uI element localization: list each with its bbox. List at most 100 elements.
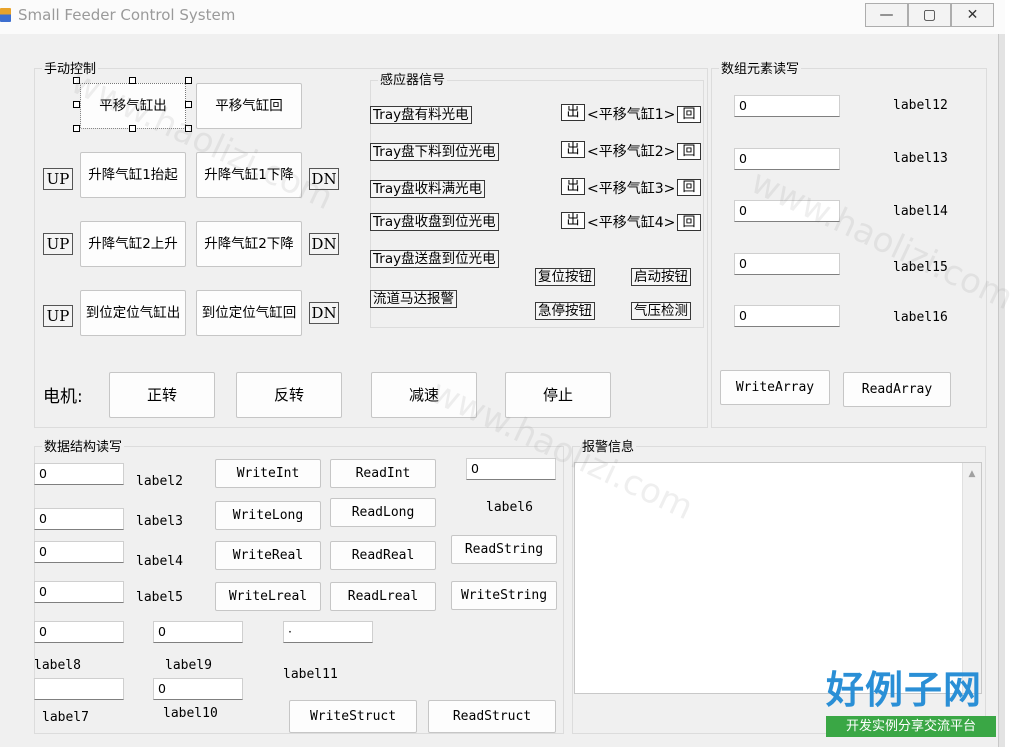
label6: label6 — [486, 500, 533, 515]
lift2-lower-button[interactable]: 升降气缸2下降 — [196, 221, 302, 267]
motor-reverse-button[interactable]: 反转 — [236, 372, 342, 418]
cylinder3-label: <平移气缸3> — [587, 181, 676, 197]
array-rw-title: 数组元素读写 — [719, 58, 802, 77]
close-button[interactable]: ✕ — [951, 3, 994, 27]
sensor-tray-has-material: Tray盘有料光电 — [370, 106, 472, 124]
array-label-16: label16 — [893, 310, 948, 325]
lift2-raise-button[interactable]: 升降气缸2上升 — [80, 221, 186, 267]
write-struct-button[interactable]: WriteStruct — [289, 700, 417, 733]
alarm-info-title: 报警信息 — [580, 436, 637, 455]
translate-cylinder-out-button[interactable]: 平移气缸出 — [80, 83, 186, 129]
label3: label3 — [136, 514, 183, 529]
long-value-input[interactable]: 0 — [34, 508, 124, 530]
scroll-up-icon: ▲ — [968, 469, 976, 479]
string-value-input[interactable]: 0 — [466, 458, 556, 480]
array-value-input-3[interactable]: 0 — [734, 200, 840, 222]
emergency-stop-signal: 急停按钮 — [535, 302, 595, 320]
cylinder3-out-lamp: 出 — [561, 178, 585, 195]
air-pressure-signal: 气压检测 — [631, 302, 691, 320]
array-label-13: label13 — [893, 151, 948, 166]
label8: label8 — [34, 658, 81, 673]
read-int-button[interactable]: ReadInt — [330, 459, 436, 488]
close-icon: ✕ — [966, 7, 979, 23]
struct-field-input-5[interactable]: 0 — [153, 678, 243, 700]
write-real-button[interactable]: WriteReal — [215, 541, 321, 570]
cylinder4-label: <平移气缸4> — [587, 215, 676, 231]
cylinder3-back-lamp: 回 — [677, 179, 701, 196]
label10: label10 — [163, 706, 218, 721]
sensor-runner-motor-alarm: 流道马达报警 — [370, 290, 457, 308]
write-array-button[interactable]: WriteArray — [720, 370, 830, 405]
read-lreal-button[interactable]: ReadLreal — [330, 582, 436, 611]
lift1-lower-button[interactable]: 升降气缸1下降 — [196, 152, 302, 198]
write-string-button[interactable]: WriteString — [451, 581, 557, 610]
write-long-button[interactable]: WriteLong — [215, 501, 321, 530]
sensor-signal-title: 感应器信号 — [378, 69, 448, 88]
window-title: Small Feeder Control System — [18, 6, 236, 24]
array-value-input-1[interactable]: 0 — [734, 95, 840, 117]
struct-field-input-3[interactable]: · — [283, 621, 373, 643]
write-int-button[interactable]: WriteInt — [215, 459, 321, 488]
array-label-15: label15 — [893, 260, 948, 275]
selection-handle — [185, 101, 192, 108]
cylinder1-out-lamp: 出 — [561, 104, 585, 121]
read-struct-button[interactable]: ReadStruct — [428, 700, 556, 733]
lift1-up-indicator: UP — [43, 168, 73, 190]
selection-handle — [73, 125, 80, 132]
lreal-value-input[interactable]: 0 — [34, 581, 124, 603]
sensor-tray-feed-in-place: Tray盘送盘到位光电 — [370, 250, 499, 268]
motor-forward-button[interactable]: 正转 — [109, 372, 215, 418]
lift2-up-indicator: UP — [43, 233, 73, 255]
cylinder2-label: <平移气缸2> — [587, 144, 676, 160]
array-value-input-2[interactable]: 0 — [734, 148, 840, 170]
motor-stop-button[interactable]: 停止 — [505, 372, 611, 418]
array-label-14: label14 — [893, 204, 948, 219]
site-slogan: 开发实例分享交流平台 — [826, 716, 996, 737]
int-value-input[interactable]: 0 — [34, 463, 124, 485]
label7: label7 — [42, 710, 89, 725]
lift2-down-indicator: DN — [309, 233, 339, 255]
array-value-input-5[interactable]: 0 — [734, 305, 840, 327]
selection-handle — [129, 77, 136, 84]
selection-handle — [185, 125, 192, 132]
read-array-button[interactable]: ReadArray — [843, 372, 951, 407]
label2: label2 — [136, 474, 183, 489]
reset-button-signal: 复位按钮 — [535, 268, 595, 286]
struct-rw-title: 数据结构读写 — [42, 436, 125, 455]
motor-slow-button[interactable]: 减速 — [371, 372, 477, 418]
struct-field-input-2[interactable]: 0 — [153, 621, 243, 643]
motor-label: 电机: — [43, 387, 83, 407]
struct-field-input-4[interactable] — [34, 678, 124, 700]
label4: label4 — [136, 554, 183, 569]
start-button-signal: 启动按钮 — [631, 268, 691, 286]
alarm-scrollbar[interactable]: ▲ — [962, 463, 981, 693]
struct-field-input-1[interactable]: 0 — [34, 621, 124, 643]
selection-handle — [185, 77, 192, 84]
position-cylinder-out-button[interactable]: 到位定位气缸出 — [80, 290, 186, 336]
read-real-button[interactable]: ReadReal — [330, 541, 436, 570]
array-value-input-4[interactable]: 0 — [734, 253, 840, 275]
read-long-button[interactable]: ReadLong — [330, 498, 436, 527]
manual-control-title: 手动控制 — [42, 58, 99, 77]
title-bar: Small Feeder Control System — ▢ ✕ — [0, 0, 1035, 34]
write-lreal-button[interactable]: WriteLreal — [215, 582, 321, 611]
maximize-button[interactable]: ▢ — [908, 3, 951, 27]
real-value-input[interactable]: 0 — [34, 541, 124, 563]
desktop-area — [1005, 0, 1035, 747]
lift1-down-indicator: DN — [309, 168, 339, 190]
cylinder2-back-lamp: 回 — [677, 143, 701, 160]
cylinder2-out-lamp: 出 — [561, 141, 585, 158]
label9: label9 — [165, 658, 212, 673]
label5: label5 — [136, 590, 183, 605]
label11: label11 — [283, 667, 338, 682]
position-cylinder-back-button[interactable]: 到位定位气缸回 — [196, 290, 302, 336]
lift1-raise-button[interactable]: 升降气缸1抬起 — [80, 152, 186, 198]
position-down-indicator: DN — [309, 302, 339, 324]
site-logo: 好例子网 — [826, 668, 983, 712]
alarm-message-box[interactable] — [574, 462, 982, 694]
minimize-button[interactable]: — — [865, 3, 908, 27]
read-string-button[interactable]: ReadString — [451, 535, 557, 564]
array-label-12: label12 — [893, 98, 948, 113]
sensor-tray-collect-full: Tray盘收料满光电 — [370, 180, 486, 198]
translate-cylinder-back-button[interactable]: 平移气缸回 — [196, 83, 302, 129]
